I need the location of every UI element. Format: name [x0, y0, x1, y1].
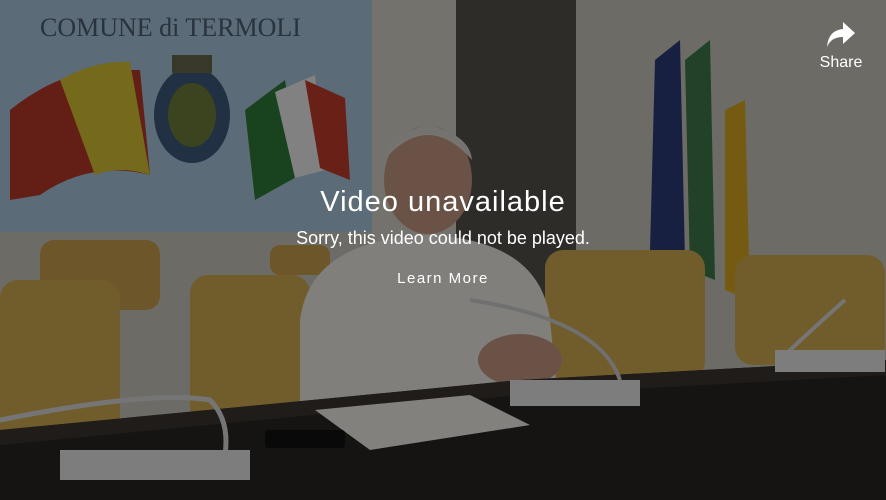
video-player[interactable]: COMUNE di TERMOLI Video unavailable Sorr…	[0, 0, 886, 500]
error-title: Video unavailable	[320, 186, 566, 218]
share-arrow-icon	[827, 22, 855, 47]
share-button[interactable]: Share	[816, 20, 866, 72]
learn-more-link[interactable]: Learn More	[397, 270, 489, 287]
share-label: Share	[819, 54, 863, 71]
error-message-panel: Video unavailable Sorry, this video coul…	[0, 182, 886, 288]
error-subtitle: Sorry, this video could not be played.	[296, 228, 590, 248]
